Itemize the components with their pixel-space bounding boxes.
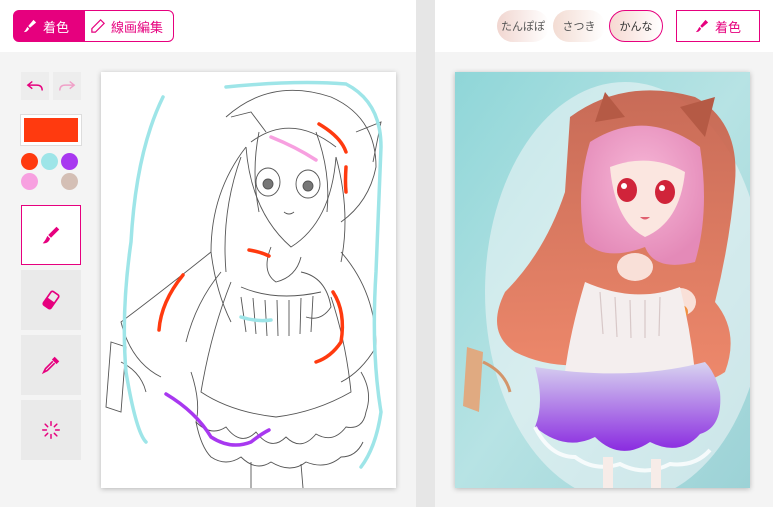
- style-chip-label: たんぽぽ: [501, 20, 545, 33]
- swatch-pink[interactable]: [21, 173, 38, 190]
- sparkle-icon: [42, 421, 60, 439]
- lineart-pane: 着色 線画編集: [0, 0, 416, 507]
- pane-divider: [416, 0, 435, 507]
- colorized-result-image: [455, 72, 750, 488]
- eyedropper-icon: [41, 356, 60, 375]
- swatch-beige[interactable]: [61, 173, 78, 190]
- style-chip-tanpopo[interactable]: たんぽぽ: [497, 10, 549, 42]
- brush-icon: [695, 19, 709, 33]
- pencil-icon: [91, 19, 105, 33]
- redo-button[interactable]: [53, 72, 81, 100]
- style-chip-satsuki[interactable]: さつき: [553, 10, 605, 42]
- style-chip-label: かんな: [619, 20, 653, 33]
- brush-icon: [42, 226, 60, 244]
- style-chip-label: さつき: [562, 20, 596, 33]
- brush-tool-button[interactable]: [21, 205, 81, 265]
- style-chip-kanna[interactable]: かんな: [609, 10, 663, 42]
- mode-color-label: 着色: [43, 20, 70, 36]
- lineart-canvas[interactable]: [101, 72, 396, 488]
- mode-lineart-label: 線画編集: [111, 20, 164, 36]
- undo-icon: [26, 80, 43, 91]
- eraser-tool-button[interactable]: [21, 270, 81, 330]
- eraser-icon: [42, 290, 60, 310]
- undo-button[interactable]: [21, 72, 49, 100]
- swatch-red-orange[interactable]: [21, 153, 38, 170]
- mode-color-tab[interactable]: 着色: [13, 10, 85, 42]
- swatch-light-cyan[interactable]: [41, 153, 58, 170]
- colorize-label: 着色: [714, 20, 741, 36]
- hint-tool-button[interactable]: [21, 400, 81, 460]
- eyedropper-tool-button[interactable]: [21, 335, 81, 395]
- redo-icon: [59, 80, 76, 91]
- mode-lineart-tab[interactable]: 線画編集: [84, 10, 174, 42]
- current-color-indicator[interactable]: [21, 115, 81, 145]
- swatch-purple[interactable]: [61, 153, 78, 170]
- brush-icon: [23, 19, 37, 33]
- colorize-button[interactable]: 着色: [676, 10, 760, 42]
